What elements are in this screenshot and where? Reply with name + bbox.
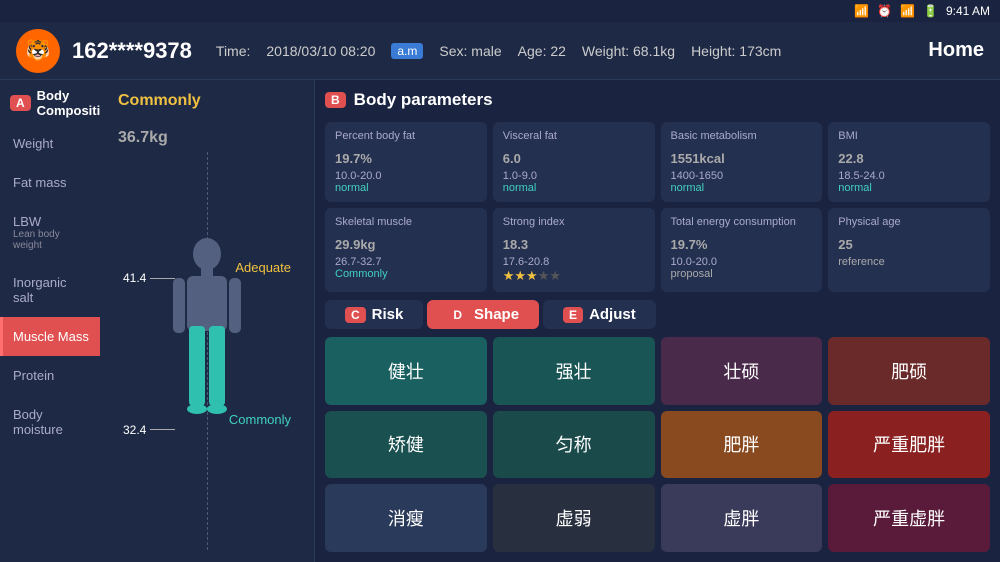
indicator-1-value: 41.4 — [123, 271, 146, 285]
main-area: Commonly 36.7kg 41.4 Adequate 32.4 Commo… — [100, 80, 1000, 562]
alarm-icon: ⏰ — [877, 4, 892, 18]
body-params-title: B Body parameters — [325, 90, 990, 110]
tab-shape[interactable]: D Shape — [427, 300, 539, 329]
app-logo: 🐯 — [16, 29, 60, 73]
sidebar-item-inorganic-salt[interactable]: Inorganic salt — [0, 263, 100, 317]
time-label: Time: — [216, 43, 250, 59]
indicator-2-label: Commonly — [229, 412, 291, 427]
shape-cell-11[interactable]: 严重虚胖 — [828, 484, 990, 552]
shape-cell-0[interactable]: 健壮 — [325, 337, 487, 405]
body-value: 36.7kg — [118, 110, 168, 152]
bp-card-strong-index: Strong index 18.3 17.6-20.8 ★★★★★ — [493, 208, 655, 292]
tab-c-badge: C — [345, 307, 366, 323]
bp-card-percent-body-fat: Percent body fat 19.7% 10.0-20.0 normal — [325, 122, 487, 202]
bp-card-bmi: BMI 22.8 18.5-24.0 normal — [828, 122, 990, 202]
star-rating: ★★★★★ — [503, 268, 645, 284]
sidebar-item-lbw[interactable]: LBW Lean body weight — [0, 202, 100, 263]
right-panel: B Body parameters Percent body fat 19.7%… — [315, 80, 1000, 562]
bp-card-physical-age: Physical age 25 reference — [828, 208, 990, 292]
shape-cell-1[interactable]: 强壮 — [493, 337, 655, 405]
body-visual-panel: Commonly 36.7kg 41.4 Adequate 32.4 Commo… — [100, 80, 315, 562]
shape-cell-9[interactable]: 虚弱 — [493, 484, 655, 552]
bp-card-skeletal-muscle: Skeletal muscle 29.9kg 26.7-32.7 Commonl… — [325, 208, 487, 292]
age-label: Age: 22 — [518, 43, 566, 59]
sidebar-item-weight[interactable]: Weight — [0, 124, 100, 163]
wifi-icon: 📶 — [854, 4, 869, 18]
time-value: 2018/03/10 08:20 — [266, 43, 375, 59]
tab-risk[interactable]: C Risk — [325, 300, 423, 329]
bp-card-visceral-fat: Visceral fat 6.0 1.0-9.0 normal — [493, 122, 655, 202]
sidebar-item-muscle-mass[interactable]: Muscle Mass — [0, 317, 100, 356]
bp-card-basic-metabolism: Basic metabolism 1551kcal 1400-1650 norm… — [661, 122, 823, 202]
signal-icon: 📶 — [900, 4, 915, 18]
weight-label: Weight: 68.1kg — [582, 43, 675, 59]
sidebar: A Body Composition Weight Fat mass LBW L… — [0, 80, 100, 562]
sidebar-item-fat-mass[interactable]: Fat mass — [0, 163, 100, 202]
body-status-label: Commonly — [118, 92, 201, 110]
sidebar-item-body-moisture[interactable]: Body moisture — [0, 395, 100, 449]
tab-d-badge: D — [447, 307, 468, 323]
home-button[interactable]: Home — [928, 39, 984, 62]
sidebar-item-protein[interactable]: Protein — [0, 356, 100, 395]
tab-e-badge: E — [563, 307, 583, 323]
header-info: Time: 2018/03/10 08:20 a.m Sex: male Age… — [216, 43, 929, 59]
tab-adjust[interactable]: E Adjust — [543, 300, 656, 329]
shape-cell-2[interactable]: 壮硕 — [661, 337, 823, 405]
battery-icon: 🔋 — [923, 4, 938, 18]
bp-card-total-energy: Total energy consumption 19.7% 10.0-20.0… — [661, 208, 823, 292]
tabs-row: C Risk D Shape E Adjust — [325, 300, 990, 329]
am-badge: a.m — [391, 43, 423, 59]
shape-cell-3[interactable]: 肥硕 — [828, 337, 990, 405]
section-b-badge: B — [325, 92, 346, 108]
sidebar-title: A Body Composition — [0, 80, 100, 124]
section-a-badge: A — [10, 95, 31, 111]
body-params-grid: Percent body fat 19.7% 10.0-20.0 normal … — [325, 122, 990, 292]
shape-cell-10[interactable]: 虚胖 — [661, 484, 823, 552]
sex-label: Sex: male — [439, 43, 501, 59]
shape-grid: 健壮 强壮 壮硕 肥硕 矫健 匀称 肥胖 严重肥胖 消瘦 虚弱 虚胖 严重虚胖 — [325, 337, 990, 552]
shape-cell-8[interactable]: 消瘦 — [325, 484, 487, 552]
indicator-2-value: 32.4 — [123, 423, 146, 437]
user-phone: 162****9378 — [72, 38, 192, 64]
shape-cell-5[interactable]: 匀称 — [493, 411, 655, 479]
shape-cell-4[interactable]: 矫健 — [325, 411, 487, 479]
shape-cell-6[interactable]: 肥胖 — [661, 411, 823, 479]
indicator-1-label: Adequate — [235, 260, 291, 275]
height-label: Height: 173cm — [691, 43, 781, 59]
shape-cell-7[interactable]: 严重肥胖 — [828, 411, 990, 479]
header: 🐯 162****9378 Time: 2018/03/10 08:20 a.m… — [0, 22, 1000, 80]
status-bar: 📶 ⏰ 📶 🔋 9:41 AM — [854, 0, 1000, 22]
body-figure-container: 41.4 Adequate 32.4 Commonly — [117, 152, 297, 550]
time-display: 9:41 AM — [946, 4, 990, 18]
